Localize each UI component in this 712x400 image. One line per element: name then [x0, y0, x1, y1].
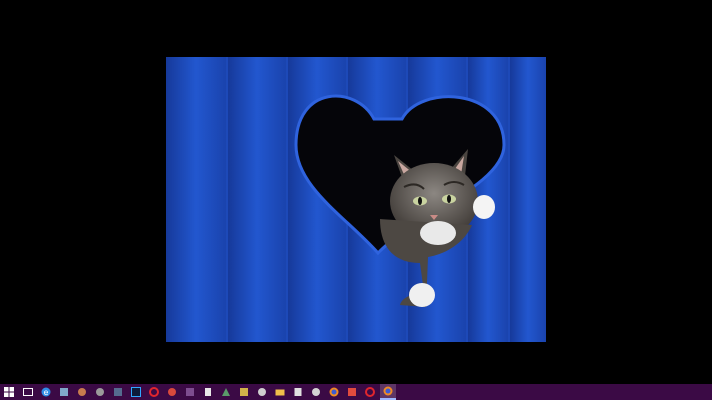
app-3-button[interactable] — [92, 384, 108, 400]
firefox-button[interactable] — [326, 384, 342, 400]
app-4-button[interactable] — [110, 384, 126, 400]
app-icon — [186, 388, 194, 396]
app-9-button[interactable] — [236, 384, 252, 400]
task-view-button[interactable] — [20, 384, 36, 400]
taskbar: e — [0, 384, 712, 400]
folder-icon — [275, 389, 285, 396]
app-11-button[interactable] — [290, 384, 306, 400]
firefox-icon — [329, 387, 339, 397]
app-icon — [96, 388, 104, 396]
windows-logo-icon — [4, 387, 14, 397]
app-12-button[interactable] — [308, 384, 324, 400]
app-icon — [78, 388, 86, 396]
app-icon — [168, 388, 176, 396]
photo-viewer — [0, 0, 712, 384]
app-2-button[interactable] — [74, 384, 90, 400]
app-10-button[interactable] — [254, 384, 270, 400]
edge-button[interactable]: e — [38, 384, 54, 400]
firefox-2-button[interactable] — [380, 384, 396, 400]
file-explorer-button[interactable] — [272, 384, 288, 400]
edge-icon: e — [41, 387, 51, 397]
app-icon — [60, 388, 68, 396]
app-7-button[interactable] — [200, 384, 216, 400]
app-icon — [348, 388, 356, 396]
app-5-button[interactable] — [164, 384, 180, 400]
opera-button[interactable] — [146, 384, 162, 400]
kitten-photo — [166, 57, 546, 342]
app-1-button[interactable] — [56, 384, 72, 400]
app-6-button[interactable] — [182, 384, 198, 400]
app-13-button[interactable] — [344, 384, 360, 400]
photoshop-button[interactable] — [128, 384, 144, 400]
app-icon — [312, 388, 320, 396]
photoshop-icon — [131, 387, 141, 397]
svg-text:e: e — [44, 388, 49, 397]
app-icon — [205, 388, 211, 396]
opera-icon — [365, 387, 375, 397]
opera-icon — [149, 387, 159, 397]
app-icon — [258, 388, 266, 396]
opera-2-button[interactable] — [362, 384, 378, 400]
firefox-icon — [383, 386, 393, 396]
start-button[interactable] — [0, 384, 18, 400]
app-8-button[interactable] — [218, 384, 234, 400]
task-view-icon — [23, 388, 33, 396]
app-icon — [222, 388, 230, 396]
app-icon — [294, 388, 302, 396]
app-icon — [114, 388, 122, 396]
app-icon — [240, 388, 248, 396]
